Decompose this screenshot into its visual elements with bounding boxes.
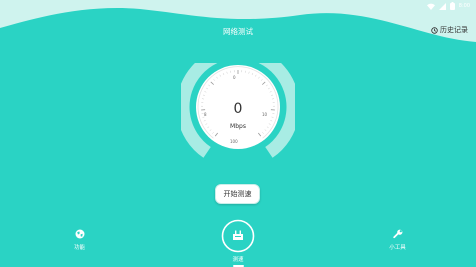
status-time: 8:00 xyxy=(458,3,470,9)
gauge-tick-label: 100 xyxy=(230,139,238,144)
wifi-icon xyxy=(426,3,435,10)
start-test-button[interactable]: 开始测速 xyxy=(215,184,260,204)
nav-item-tools[interactable]: 小工具 xyxy=(380,229,415,251)
speed-unit: Mbps xyxy=(230,123,246,130)
nav-label: 功能 xyxy=(73,245,85,251)
battery-icon xyxy=(449,2,455,10)
clock-icon xyxy=(431,26,438,34)
status-bar: 8:00 xyxy=(426,1,470,11)
speed-value: 0 xyxy=(233,101,243,117)
signal-icon xyxy=(438,2,446,10)
nav-label: 测速 xyxy=(232,257,244,263)
page-title: 网络测试 xyxy=(223,27,253,36)
history-label: 历史记录 xyxy=(440,26,468,34)
nav-label: 小工具 xyxy=(389,245,406,251)
gauge-tick-label: 0 xyxy=(233,75,236,80)
nav-item-speedtest[interactable]: 测速 xyxy=(220,219,256,267)
speedometer-icon xyxy=(221,219,255,253)
history-button[interactable]: 历史记录 xyxy=(431,25,468,35)
nav-item-features[interactable]: 功能 xyxy=(62,229,97,251)
globe-icon xyxy=(75,229,84,239)
wrench-icon xyxy=(392,229,402,239)
